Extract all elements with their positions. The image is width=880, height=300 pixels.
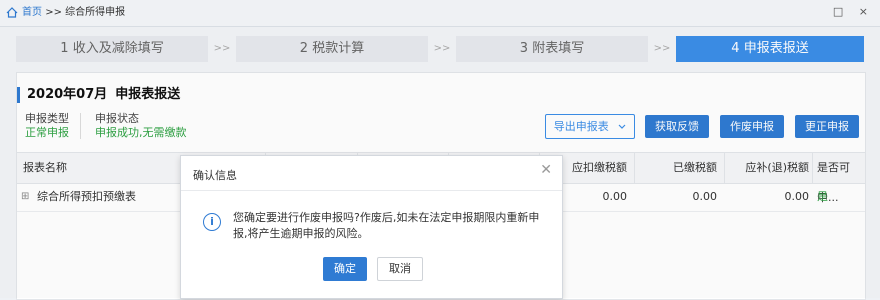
dialog-message: 您确定要进行作废申报吗?作废后,如未在法定申报期限内重新申报,将产生逾期申报的风…	[233, 211, 540, 240]
dialog-divider	[181, 190, 562, 191]
close-icon[interactable]: ✕	[540, 162, 552, 178]
info-icon: i	[203, 213, 221, 231]
confirm-button[interactable]: 确定	[323, 257, 367, 281]
cancel-button[interactable]: 取消	[377, 257, 423, 281]
dialog-title: 确认信息	[193, 169, 237, 182]
confirm-dialog: 确认信息 ✕ i 您确定要进行作废申报吗?作废后,如未在法定申报期限内重新申报,…	[180, 155, 563, 299]
